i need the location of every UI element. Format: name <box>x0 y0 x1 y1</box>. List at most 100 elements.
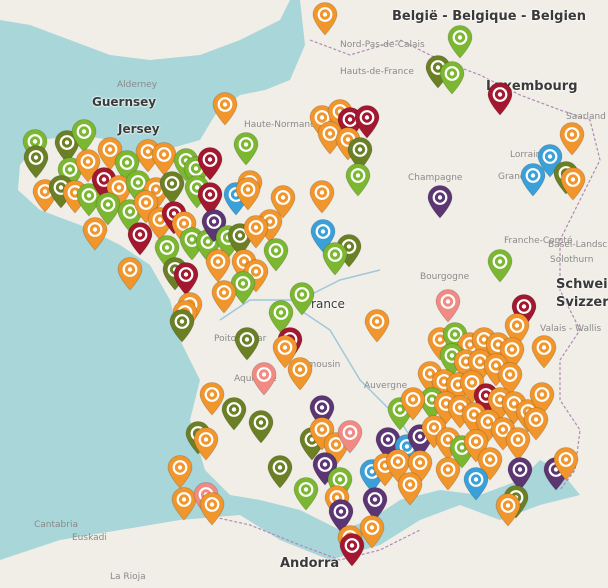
map-marker[interactable] <box>117 257 143 291</box>
marker-pin <box>487 82 513 116</box>
marker-pin <box>487 249 513 283</box>
map-marker[interactable] <box>211 280 237 314</box>
map-marker[interactable] <box>487 249 513 283</box>
map-marker[interactable] <box>173 262 199 296</box>
marker-pin <box>234 327 260 361</box>
map-marker[interactable] <box>212 92 238 126</box>
map-marker[interactable] <box>553 447 579 481</box>
marker-pin <box>435 457 461 491</box>
target-center <box>81 129 87 134</box>
target-center <box>319 405 325 410</box>
target-center <box>487 457 493 462</box>
marker-pin <box>169 309 195 343</box>
map-marker[interactable] <box>309 180 335 214</box>
target-center <box>237 233 243 238</box>
target-center <box>273 248 279 253</box>
map-marker[interactable] <box>447 25 473 59</box>
map-marker[interactable] <box>71 119 97 153</box>
map-marker[interactable] <box>427 185 453 219</box>
map-marker[interactable] <box>23 145 49 179</box>
target-center <box>222 102 228 107</box>
target-center <box>521 304 527 309</box>
map-marker[interactable] <box>199 492 225 526</box>
target-center <box>349 543 355 548</box>
map-marker[interactable] <box>169 309 195 343</box>
marker-pin <box>287 357 313 391</box>
map-marker[interactable] <box>221 397 247 431</box>
map-marker[interactable] <box>345 163 371 197</box>
target-center <box>569 132 575 137</box>
map-marker[interactable] <box>435 289 461 323</box>
map-marker[interactable] <box>322 242 348 276</box>
marker-pin <box>339 533 365 567</box>
map-marker[interactable] <box>523 407 549 441</box>
map-marker[interactable] <box>127 222 153 256</box>
map-marker[interactable] <box>251 362 277 396</box>
target-center <box>243 142 249 147</box>
target-center <box>143 200 149 205</box>
map-marker[interactable] <box>337 420 363 454</box>
target-center <box>338 509 344 514</box>
target-center <box>211 219 217 224</box>
target-center <box>105 202 111 207</box>
map-marker[interactable] <box>287 357 313 391</box>
map[interactable]: België - Belgique - Belgien Luxembourg G… <box>0 0 608 588</box>
target-center <box>231 407 237 412</box>
marker-pin <box>439 61 465 95</box>
target-center <box>515 437 521 442</box>
marker-pin <box>235 177 261 211</box>
target-center <box>319 190 325 195</box>
map-marker[interactable] <box>435 457 461 491</box>
marker-pin <box>267 455 293 489</box>
marker-pin <box>397 472 423 506</box>
map-marker[interactable] <box>267 455 293 489</box>
target-center <box>364 115 370 120</box>
target-center <box>116 185 122 190</box>
map-marker[interactable] <box>243 215 269 249</box>
target-center <box>332 252 338 257</box>
target-center <box>457 35 463 40</box>
target-center <box>372 497 378 502</box>
target-center <box>547 154 553 159</box>
marker-pin <box>447 25 473 59</box>
target-center <box>33 155 39 160</box>
target-center <box>207 157 213 162</box>
target-center <box>67 167 73 172</box>
target-center <box>570 177 576 182</box>
map-marker[interactable] <box>339 533 365 567</box>
target-center <box>32 139 38 144</box>
target-center <box>477 359 483 364</box>
map-marker[interactable] <box>193 427 219 461</box>
map-marker[interactable] <box>495 493 521 527</box>
target-center <box>473 439 479 444</box>
map-marker[interactable] <box>520 163 546 197</box>
map-marker[interactable] <box>235 177 261 211</box>
map-marker[interactable] <box>487 82 513 116</box>
target-center <box>164 245 170 250</box>
marker-layer <box>0 0 608 588</box>
marker-pin <box>463 467 489 501</box>
map-marker[interactable] <box>560 167 586 201</box>
map-marker[interactable] <box>248 410 274 444</box>
target-center <box>145 149 151 154</box>
map-marker[interactable] <box>439 61 465 95</box>
target-center <box>207 192 213 197</box>
target-center <box>179 319 185 324</box>
map-marker[interactable] <box>312 2 338 36</box>
map-marker[interactable] <box>205 249 231 283</box>
target-center <box>541 345 547 350</box>
target-center <box>64 140 70 145</box>
target-center <box>181 221 187 226</box>
map-marker[interactable] <box>234 327 260 361</box>
map-marker[interactable] <box>531 335 557 369</box>
map-marker[interactable] <box>233 132 259 166</box>
target-center <box>530 173 536 178</box>
marker-pin <box>427 185 453 219</box>
marker-pin <box>221 397 247 431</box>
map-marker[interactable] <box>463 467 489 501</box>
target-center <box>303 487 309 492</box>
map-marker[interactable] <box>364 309 390 343</box>
map-marker[interactable] <box>397 472 423 506</box>
map-marker[interactable] <box>167 455 193 489</box>
target-center <box>127 209 133 214</box>
